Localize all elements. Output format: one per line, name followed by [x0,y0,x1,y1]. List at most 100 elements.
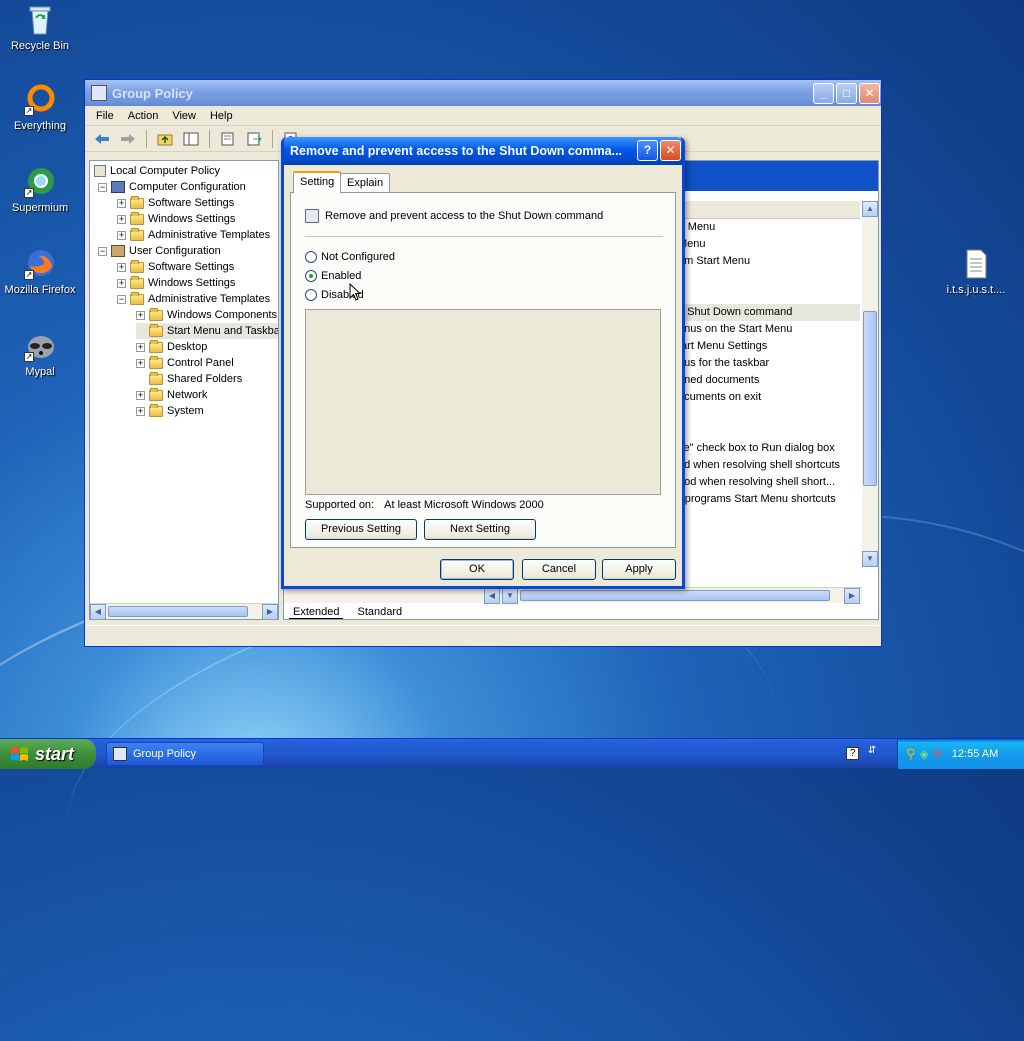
setting-item[interactable]: tart Menu Settings [678,338,860,355]
tree-node-software-settings[interactable]: + Software Settings [117,259,234,275]
radio-not-configured[interactable]: Not Configured [305,251,395,263]
minimize-button[interactable]: _ [813,83,834,104]
expand-icon[interactable]: + [136,406,145,416]
collapse-icon[interactable]: − [98,246,107,256]
setting-item[interactable]: nus for the taskbar [678,355,860,372]
dialog-titlebar[interactable]: Remove and prevent access to the Shut Do… [284,137,682,165]
scroll-left-icon[interactable]: ◀ [90,604,106,619]
tab-explain[interactable]: Explain [340,173,391,192]
scroll-up-icon[interactable]: ▲ [862,201,878,217]
setting-item[interactable]: enus on the Start Menu [678,321,860,338]
menu-file[interactable]: File [89,110,121,122]
setting-item[interactable]: ocuments on exit [678,389,860,406]
expand-icon[interactable]: + [117,230,126,240]
collapse-icon[interactable]: − [98,182,107,192]
tree-node-start-menu-taskbar[interactable]: Start Menu and Taskba [136,323,278,339]
radio-circle[interactable] [305,251,317,263]
setting-item[interactable]: Menu [678,236,860,253]
setting-item[interactable]: ened documents [678,372,860,389]
scroll-down-icon[interactable]: ▼ [862,551,878,567]
recycle-bin-desktop-icon[interactable]: Recycle Bin [0,4,80,52]
tab-setting[interactable]: Setting [293,171,342,193]
clock[interactable]: 12:55 AM [952,748,998,760]
tree-node-shared-folders[interactable]: Shared Folders [136,371,242,387]
menu-help[interactable]: Help [203,110,240,122]
close-button[interactable]: ✕ [859,83,880,104]
scroll-down-small-icon[interactable]: ▼ [502,588,518,604]
export-list-icon[interactable] [243,129,265,149]
back-arrow-icon[interactable] [91,129,113,149]
show-hide-tree-icon[interactable] [180,129,202,149]
expand-icon[interactable]: + [117,278,126,288]
help-button[interactable]: ? [637,140,658,161]
everything-desktop-icon[interactable]: ↗ Everything [0,84,80,132]
tab-standard[interactable]: Standard [353,606,406,618]
menu-view[interactable]: View [165,110,203,122]
help-tray-icon[interactable]: ? [846,747,859,760]
dialog-close-button[interactable]: ✕ [660,140,681,161]
expand-icon[interactable]: + [136,310,145,320]
properties-icon[interactable] [217,129,239,149]
tree-node-control-panel[interactable]: + Control Panel [136,355,234,371]
tree-node-software-settings[interactable]: + Software Settings [117,195,234,211]
radio-circle-selected[interactable] [305,270,317,282]
tree-horizontal-scrollbar[interactable]: ◀ ▶ [90,603,278,619]
start-button[interactable]: start [0,739,96,769]
forward-arrow-icon[interactable] [117,129,139,149]
security-shield-icon[interactable]: ⛨ [933,747,942,762]
setting-item[interactable]: r programs Start Menu shortcuts [678,491,860,508]
taskbar-item-group-policy[interactable]: Group Policy [106,742,264,766]
up-folder-icon[interactable] [154,129,176,149]
tab-extended[interactable]: Extended [289,606,344,619]
tree-node-computer-configuration[interactable]: − Computer Configuration [98,179,246,195]
setting-item[interactable]: rt Menu [678,219,860,236]
tree-node-windows-settings[interactable]: + Windows Settings [117,211,235,227]
supermium-desktop-icon[interactable]: ↗ Supermium [0,166,80,214]
expand-icon[interactable]: + [136,358,145,368]
tree-node-local-computer-policy[interactable]: Local Computer Policy [94,163,220,179]
group-policy-titlebar[interactable]: Group Policy _ □ ✕ [85,80,881,106]
menu-action[interactable]: Action [121,110,166,122]
search-tray-icon[interactable]: ⚲ [906,746,916,762]
previous-setting-button[interactable]: Previous Setting [305,519,417,540]
tree-node-administrative-templates[interactable]: − Administrative Templates [117,291,270,307]
details-horizontal-scrollbar[interactable]: ◀ ▼ ▶ [284,587,862,604]
scroll-thumb[interactable] [108,606,248,617]
scroll-right-icon[interactable]: ▶ [844,588,860,604]
radio-enabled[interactable]: Enabled [305,270,361,282]
setting-item[interactable]: ce" check box to Run dialog box [678,440,860,457]
expand-icon[interactable]: + [117,214,126,224]
tree-node-desktop[interactable]: + Desktop [136,339,207,355]
next-setting-button[interactable]: Next Setting [424,519,536,540]
text-file-desktop-icon[interactable]: i.t.s.j.u.s.t.... [930,248,1022,296]
cancel-button[interactable]: Cancel [522,559,596,580]
tree-node-windows-components[interactable]: + Windows Components [136,307,277,323]
firefox-desktop-icon[interactable]: ↗ Mozilla Firefox [0,248,80,296]
expand-icon[interactable]: + [136,390,145,400]
tree-node-windows-settings[interactable]: + Windows Settings [117,275,235,291]
expand-icon[interactable]: + [136,342,145,352]
tree-node-user-configuration[interactable]: − User Configuration [98,243,221,259]
tree-node-network[interactable]: + Network [136,387,207,403]
tree-node-administrative-templates[interactable]: + Administrative Templates [117,227,270,243]
mypal-desktop-icon[interactable]: ↗ Mypal [0,330,80,378]
setting-item[interactable]: od when resolving shell shortcuts [678,457,860,474]
scroll-thumb[interactable] [520,590,830,601]
scroll-left-icon[interactable]: ◀ [484,588,500,604]
setting-item[interactable]: om Start Menu [678,253,860,270]
ok-button[interactable]: OK [440,559,514,580]
scroll-thumb[interactable] [863,311,877,486]
expand-icon[interactable]: + [117,198,126,208]
radio-circle[interactable] [305,289,317,301]
collapse-icon[interactable]: − [117,294,126,304]
tree-node-system[interactable]: + System [136,403,204,419]
details-vertical-scrollbar[interactable]: ▲ ▼ [862,201,878,567]
network-tray-icon[interactable]: ◈ [920,747,929,761]
language-bar-icon[interactable]: ⇵ [868,745,876,756]
expand-icon[interactable]: + [117,262,126,272]
setting-item-selected[interactable]: e Shut Down command [678,304,860,321]
maximize-button[interactable]: □ [836,83,857,104]
setting-item[interactable]: hod when resolving shell short... [678,474,860,491]
apply-button[interactable]: Apply [602,559,676,580]
scroll-right-icon[interactable]: ▶ [262,604,278,619]
